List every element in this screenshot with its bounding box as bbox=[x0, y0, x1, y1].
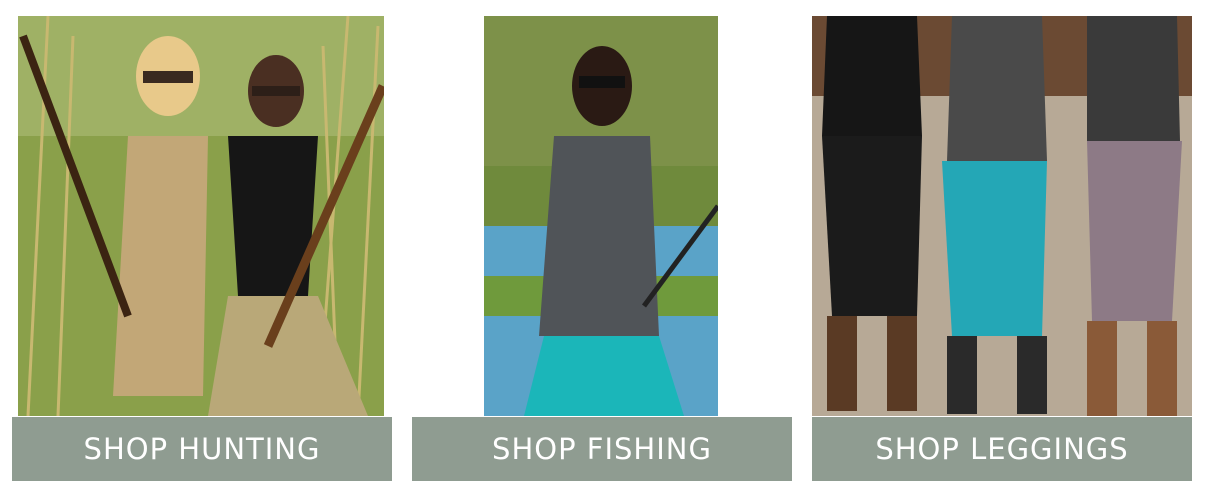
shop-leggings-button[interactable]: SHOP LEGGINGS bbox=[812, 417, 1192, 481]
leggings-photo[interactable] bbox=[812, 16, 1192, 416]
fishing-photo[interactable] bbox=[484, 16, 718, 416]
hunting-photo[interactable] bbox=[18, 16, 384, 416]
shop-hunting-button[interactable]: SHOP HUNTING bbox=[12, 417, 392, 481]
shop-hunting-label: SHOP HUNTING bbox=[83, 432, 321, 466]
shop-fishing-label: SHOP FISHING bbox=[492, 432, 712, 466]
shop-leggings-label: SHOP LEGGINGS bbox=[875, 432, 1129, 466]
shop-fishing-button[interactable]: SHOP FISHING bbox=[412, 417, 792, 481]
